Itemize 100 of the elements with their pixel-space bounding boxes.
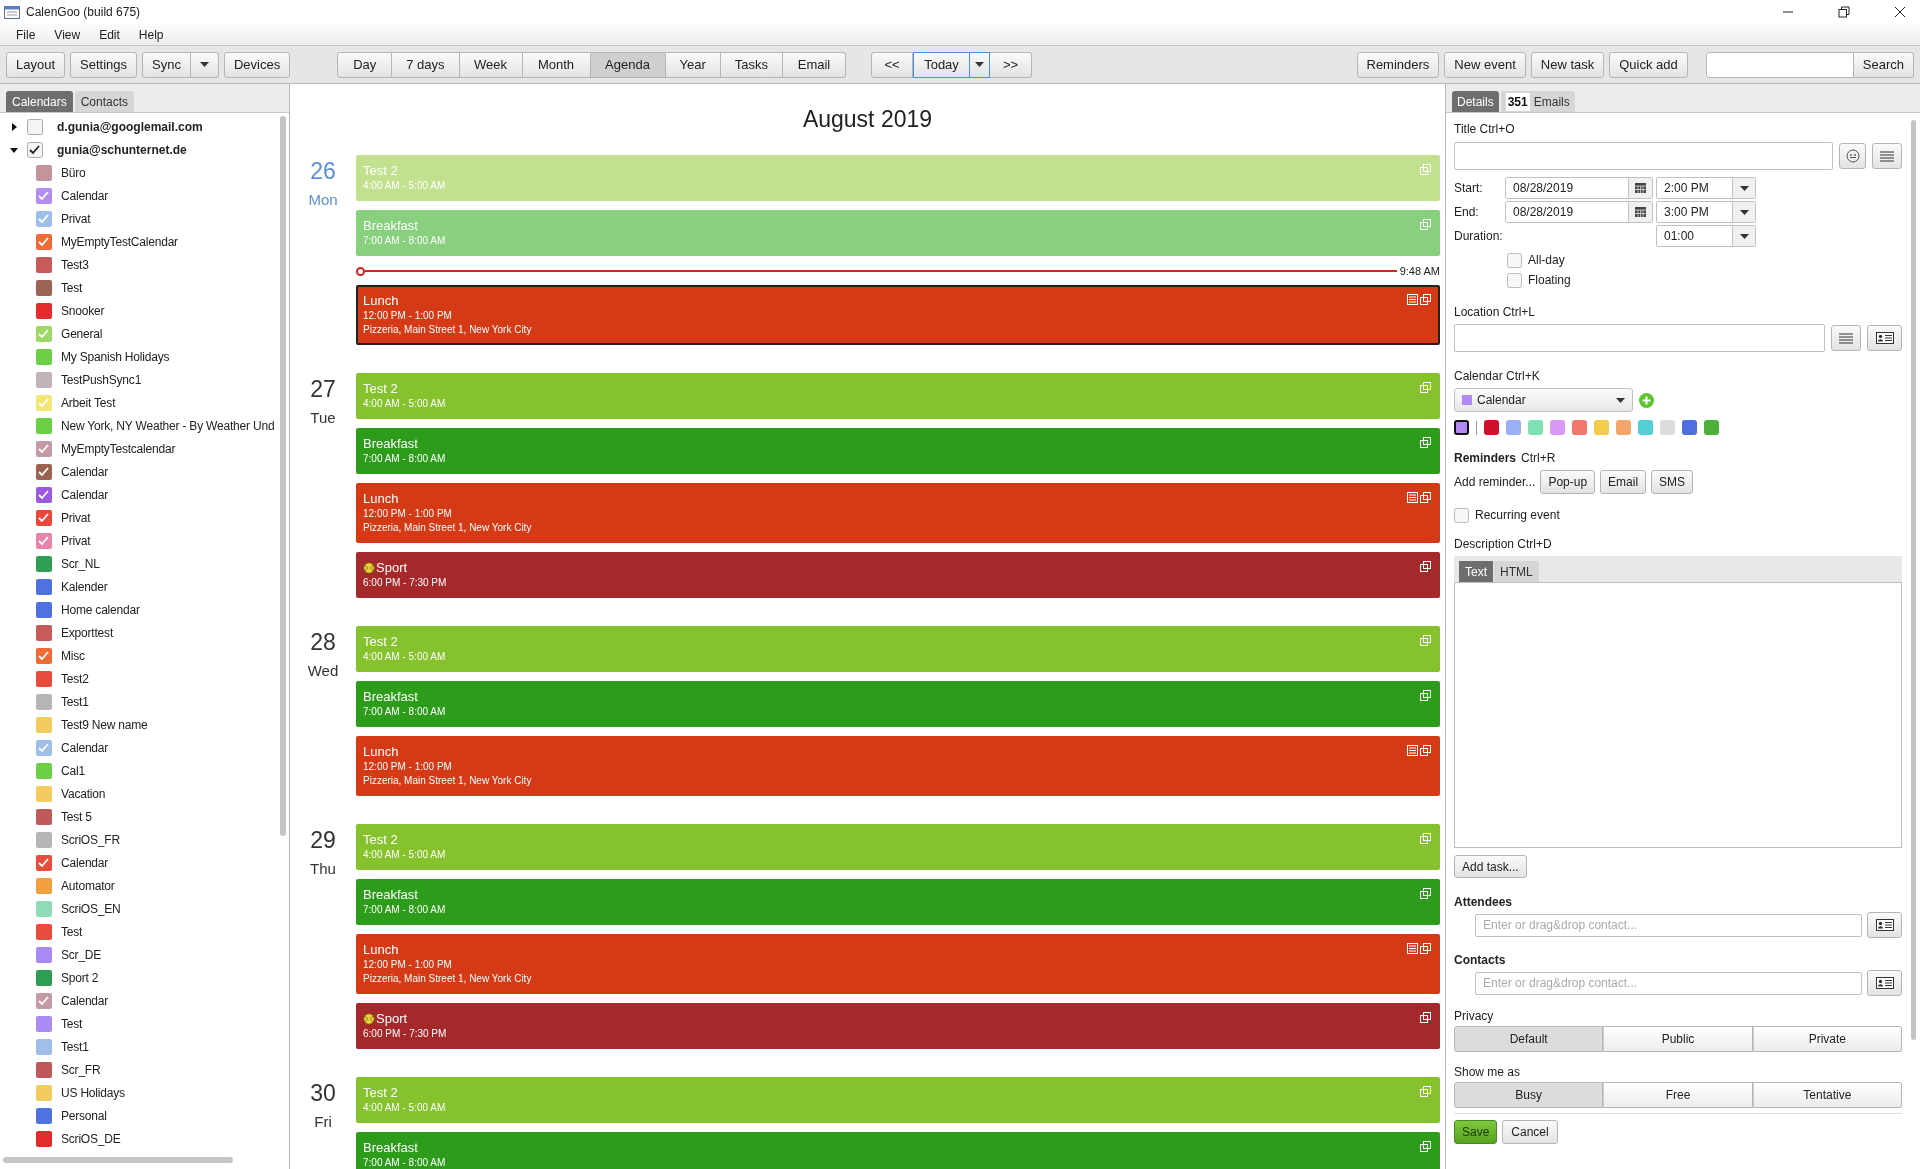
- calendar-name[interactable]: Privat: [61, 531, 91, 550]
- copy-icon[interactable]: [1420, 294, 1431, 305]
- calendar-name[interactable]: MyEmptyTestcalendar: [61, 439, 176, 458]
- cancel-button[interactable]: Cancel: [1502, 1120, 1558, 1144]
- calendar-checkbox[interactable]: [36, 1084, 52, 1101]
- event-card[interactable]: Lunch 12:00 PM - 1:00 PM Pizzeria, Main Street 1, New York City: [356, 934, 1440, 994]
- calendar-checkbox[interactable]: [36, 624, 52, 641]
- segment-button[interactable]: Private: [1752, 1026, 1902, 1052]
- contact-card-button[interactable]: [1867, 912, 1902, 938]
- account-name[interactable]: gunia@schunternet.de: [57, 140, 187, 159]
- calendar-name[interactable]: Test 5: [61, 807, 92, 826]
- copy-icon[interactable]: [1420, 690, 1431, 701]
- segment-button[interactable]: Tentative: [1752, 1082, 1902, 1108]
- calendar-name[interactable]: Snooker: [61, 301, 105, 320]
- view-tab[interactable]: Week: [459, 51, 523, 78]
- calendar-icon[interactable]: [1635, 207, 1646, 217]
- calendar-checkbox[interactable]: [36, 1038, 52, 1055]
- location-field[interactable]: [1454, 324, 1825, 352]
- view-tab[interactable]: Day: [337, 51, 393, 78]
- segment-button[interactable]: Busy: [1454, 1082, 1604, 1108]
- calendar-checkbox[interactable]: [36, 693, 52, 710]
- calendar-checkbox[interactable]: [36, 578, 52, 595]
- calendar-checkbox[interactable]: [36, 187, 52, 204]
- calendar-name[interactable]: ScriOS_EN: [61, 899, 121, 918]
- checkbox[interactable]: [1507, 252, 1522, 268]
- emoji-button[interactable]: [1839, 143, 1866, 169]
- calendar-name[interactable]: Home calendar: [61, 600, 140, 619]
- segment-button[interactable]: Free: [1603, 1082, 1753, 1108]
- calendar-name[interactable]: New York, NY Weather - By Weather Und: [61, 416, 275, 435]
- editor-tab[interactable]: Text: [1459, 561, 1493, 582]
- title-field[interactable]: [1454, 142, 1833, 170]
- calendar-name[interactable]: Automator: [61, 876, 115, 895]
- add-task-button[interactable]: Add task...: [1454, 855, 1527, 878]
- event-card[interactable]: Breakfast 7:00 AM - 8:00 AM: [356, 1132, 1440, 1169]
- calendar-name[interactable]: Scr_DE: [61, 945, 102, 964]
- sidebar-tab[interactable]: Contacts: [74, 91, 135, 112]
- calendar-checkbox[interactable]: [36, 417, 52, 434]
- sidebar-tab[interactable]: Calendars: [6, 91, 73, 112]
- event-card[interactable]: Sport 6:00 PM - 7:30 PM: [356, 552, 1440, 598]
- calendar-name[interactable]: Test1: [61, 1037, 89, 1056]
- reminder-button[interactable]: Email: [1600, 470, 1647, 494]
- color-swatch[interactable]: [1594, 420, 1609, 435]
- copy-icon[interactable]: [1420, 1012, 1431, 1023]
- event-card[interactable]: Lunch 12:00 PM - 1:00 PM Pizzeria, Main Street 1, New York City: [356, 736, 1440, 796]
- contacts-field[interactable]: Enter or drag&drop contact...: [1475, 971, 1862, 995]
- calendar-checkbox[interactable]: [36, 486, 52, 503]
- toolbar-button[interactable]: New task: [1530, 51, 1605, 78]
- calendar-name[interactable]: Personal: [61, 1106, 107, 1125]
- calendar-name[interactable]: Sport 2: [61, 968, 99, 987]
- calendar-checkbox[interactable]: [36, 233, 52, 250]
- time-field[interactable]: 3:00 PM: [1656, 201, 1756, 223]
- calendar-checkbox[interactable]: [36, 716, 52, 733]
- calendar-checkbox[interactable]: [36, 1107, 52, 1124]
- checkbox[interactable]: [27, 118, 43, 135]
- segment-button[interactable]: Public: [1603, 1026, 1753, 1052]
- toolbar-button[interactable]: Settings: [70, 51, 138, 78]
- view-tab[interactable]: Year: [665, 51, 721, 78]
- color-swatch[interactable]: [1638, 420, 1653, 435]
- previous-button[interactable]: <<: [871, 51, 913, 78]
- calendar-checkbox[interactable]: [36, 279, 52, 296]
- copy-icon[interactable]: [1420, 1141, 1431, 1152]
- panel-tab[interactable]: Details: [1452, 91, 1499, 112]
- calendar-name[interactable]: Büro: [61, 163, 86, 182]
- calendar-name[interactable]: Exporttest: [61, 623, 114, 642]
- calendar-name[interactable]: Privat: [61, 508, 91, 527]
- event-card[interactable]: Breakfast 7:00 AM - 8:00 AM: [356, 428, 1440, 474]
- copy-icon[interactable]: [1420, 943, 1431, 954]
- calendar-checkbox[interactable]: [36, 509, 52, 526]
- calendar-checkbox[interactable]: [36, 256, 52, 273]
- today-button[interactable]: Today: [913, 51, 970, 78]
- calendar-checkbox[interactable]: [36, 969, 52, 986]
- color-swatch[interactable]: [1660, 420, 1675, 435]
- calendar-name[interactable]: Test3: [61, 255, 89, 274]
- calendar-checkbox[interactable]: [36, 762, 52, 779]
- view-tab[interactable]: Month: [522, 51, 591, 78]
- description-field[interactable]: [1454, 582, 1902, 848]
- event-card[interactable]: Lunch 12:00 PM - 1:00 PM Pizzeria, Main Street 1, New York City: [356, 483, 1440, 543]
- calendar-checkbox[interactable]: [36, 1130, 52, 1147]
- calendar-checkbox[interactable]: [36, 463, 52, 480]
- date-field[interactable]: 08/28/2019: [1505, 177, 1653, 199]
- calendar-name[interactable]: Scr_NL: [61, 554, 100, 573]
- calendar-name[interactable]: Kalender: [61, 577, 108, 596]
- account-name[interactable]: d.gunia@googlemail.com: [57, 117, 203, 136]
- calendar-name[interactable]: Calendar: [61, 991, 109, 1010]
- calendar-checkbox[interactable]: [36, 877, 52, 894]
- calendar-checkbox[interactable]: [36, 601, 52, 618]
- event-card[interactable]: Breakfast 7:00 AM - 8:00 AM: [356, 879, 1440, 925]
- calendar-checkbox[interactable]: [36, 739, 52, 756]
- event-card[interactable]: Lunch 12:00 PM - 1:00 PM Pizzeria, Main Street 1, New York City: [356, 285, 1440, 345]
- calendar-icon[interactable]: [1635, 183, 1646, 193]
- copy-icon[interactable]: [1420, 888, 1431, 899]
- contact-card-button[interactable]: [1867, 325, 1902, 351]
- calendar-checkbox[interactable]: [36, 1015, 52, 1032]
- close-icon[interactable]: [1894, 6, 1906, 18]
- panel-tab[interactable]: 351 Emails: [1500, 91, 1575, 112]
- dropdown-button[interactable]: [970, 51, 990, 78]
- copy-icon[interactable]: [1420, 492, 1431, 503]
- time-field[interactable]: 2:00 PM: [1656, 177, 1756, 199]
- color-swatch[interactable]: [1550, 420, 1565, 435]
- calendar-checkbox[interactable]: [36, 210, 52, 227]
